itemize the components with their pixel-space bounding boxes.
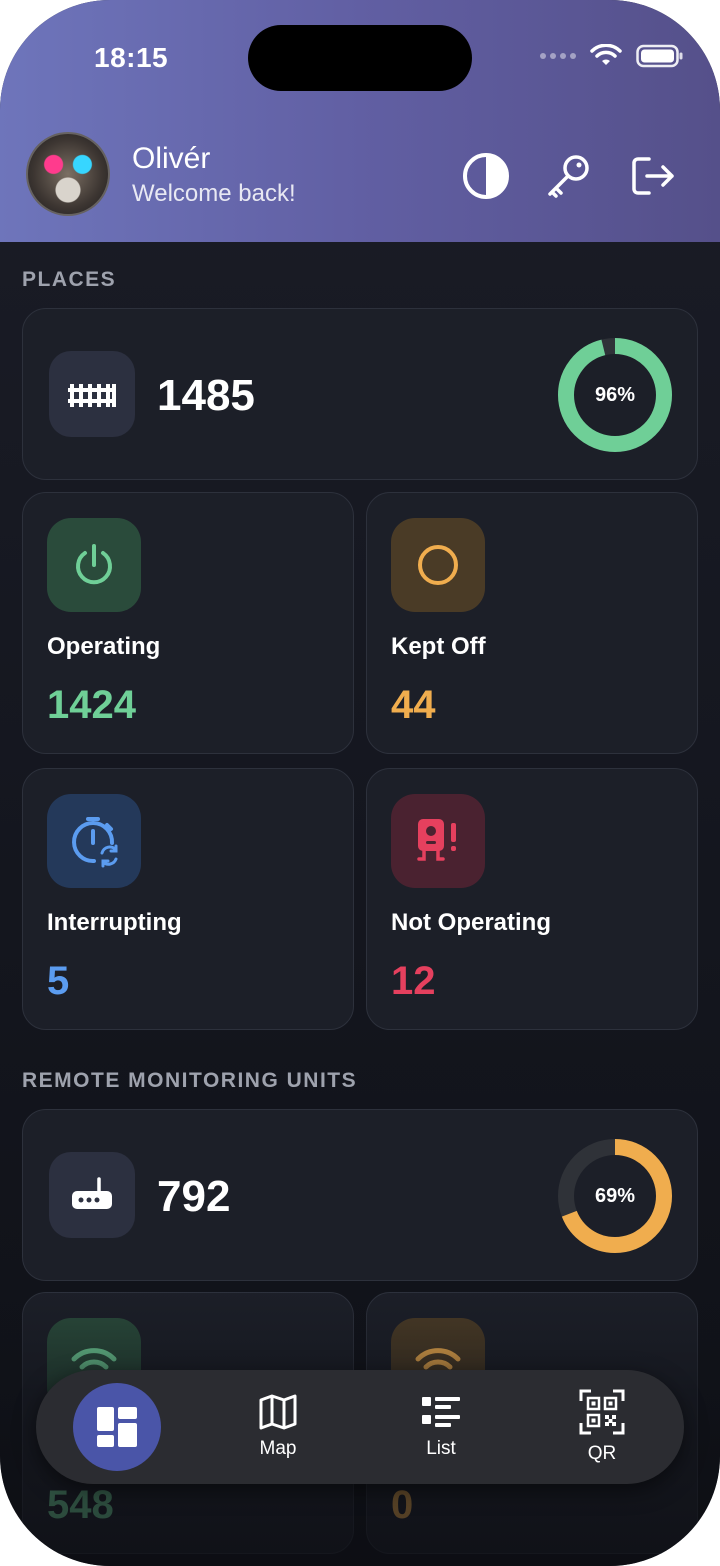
not-operating-value: 12 (391, 959, 436, 1003)
nav-qr-button[interactable]: QR (562, 1370, 642, 1484)
rmu-section-title: REMOTE MONITORING UNITS (22, 1069, 358, 1092)
operating-value: 1424 (47, 683, 136, 727)
status-time: 18:15 (94, 42, 169, 73)
rmu-total: 792 (157, 1172, 231, 1221)
theme-toggle-button[interactable] (460, 150, 512, 202)
dynamic-island (248, 25, 472, 91)
places-total: 1485 (157, 371, 255, 420)
not-operating-label: Not Operating (391, 909, 551, 936)
dashboard-icon (97, 1407, 137, 1447)
kept-off-icon-box (391, 518, 485, 612)
router-icon-box (49, 1152, 135, 1238)
nav-map-label: Map (259, 1438, 297, 1459)
battery-icon (636, 44, 683, 68)
rmu-progress-ring: 69% (555, 1136, 675, 1256)
logout-button[interactable] (626, 150, 678, 202)
key-icon (548, 155, 589, 198)
cellular-icon (540, 53, 576, 59)
timer-sync-icon (72, 817, 118, 868)
not-operating-icon-box (391, 794, 485, 888)
places-percent: 96% (594, 383, 636, 406)
list-icon (422, 1397, 460, 1427)
key-button[interactable] (543, 150, 595, 202)
welcome-text: Welcome back! (132, 180, 296, 207)
rmu-percent: 69% (594, 1184, 636, 1207)
operating-icon-box (47, 518, 141, 612)
power-icon (76, 544, 112, 585)
kept-off-card[interactable]: Kept Off 44 (366, 492, 698, 754)
nav-qr-label: QR (587, 1443, 617, 1464)
places-summary-card[interactable]: 1485 96% (22, 308, 698, 480)
rmu-warning-value: 0 (391, 1483, 414, 1527)
logout-icon (632, 157, 674, 195)
device-alert-icon (417, 819, 456, 861)
places-progress-ring: 96% (555, 335, 675, 455)
interrupting-card[interactable]: Interrupting 5 (22, 768, 354, 1030)
user-name: Olivér (132, 142, 211, 175)
qr-icon (579, 1389, 625, 1435)
phone-screen: 18:15 Olivér Welcome back! PLACES 1485 9… (0, 0, 720, 1566)
wifi-status-icon (590, 44, 622, 65)
map-icon (259, 1394, 297, 1430)
not-operating-card[interactable]: Not Operating 12 (366, 768, 698, 1030)
nav-list-button[interactable]: List (401, 1370, 481, 1484)
circle-icon (418, 545, 458, 585)
bottom-navigation: Map List QR (36, 1370, 684, 1484)
places-section-title: PLACES (22, 268, 117, 291)
rmu-online-value: 548 (47, 1483, 114, 1527)
status-indicators (540, 44, 684, 68)
avatar[interactable] (26, 132, 110, 216)
operating-card[interactable]: Operating 1424 (22, 492, 354, 754)
kept-off-value: 44 (391, 683, 436, 727)
fence-icon (68, 384, 116, 407)
kept-off-label: Kept Off (391, 633, 486, 660)
interrupting-icon-box (47, 794, 141, 888)
rmu-summary-card[interactable]: 792 69% (22, 1109, 698, 1281)
interrupting-label: Interrupting (47, 909, 182, 936)
nav-list-label: List (426, 1438, 456, 1459)
contrast-icon (463, 153, 509, 199)
nav-map-button[interactable]: Map (238, 1370, 318, 1484)
fence-icon-box (49, 351, 135, 437)
interrupting-value: 5 (47, 959, 70, 1003)
operating-label: Operating (47, 633, 161, 660)
nav-dashboard-button[interactable] (73, 1383, 161, 1471)
router-icon (72, 1177, 112, 1209)
